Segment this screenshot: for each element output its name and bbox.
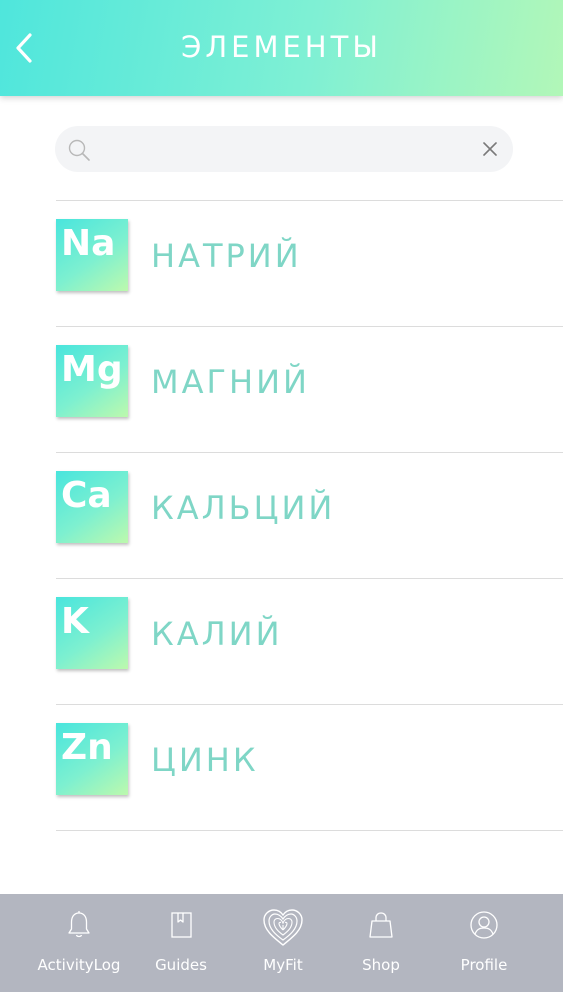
nav-label: Profile: [460, 956, 508, 974]
user-circle-icon: [470, 911, 498, 939]
element-symbol: Mg: [61, 349, 123, 390]
list-item-potassium[interactable]: K КАЛИЙ: [56, 579, 563, 705]
list-item-zinc[interactable]: Zn ЦИНК: [56, 705, 563, 831]
element-tile: Na: [56, 219, 128, 291]
nav-label: ActivityLog: [37, 956, 121, 974]
element-symbol: Ca: [61, 475, 112, 516]
nav-item-myfit[interactable]: MyFit: [232, 894, 334, 992]
list-item-sodium[interactable]: Na НАТРИЙ: [56, 201, 563, 327]
element-name: МАГНИЙ: [151, 363, 310, 401]
bell-icon: [68, 911, 90, 938]
nav-item-shop[interactable]: Shop: [330, 894, 432, 992]
nav-label: Shop: [362, 956, 400, 974]
elements-screen: ЭЛЕМЕНТЫ Na НАТРИЙ Mg МАГНИЙ Ca КАЛЬЦИЙ …: [0, 0, 563, 992]
close-icon[interactable]: [483, 142, 497, 156]
search-bar[interactable]: [55, 126, 513, 172]
element-name: КАЛИЙ: [151, 615, 283, 653]
elements-list: Na НАТРИЙ Mg МАГНИЙ Ca КАЛЬЦИЙ K КАЛИЙ Z…: [56, 200, 563, 831]
bottom-nav: ActivityLog Guides MyFit Shop Profile: [0, 894, 563, 992]
element-name: НАТРИЙ: [151, 237, 302, 275]
search-input[interactable]: [101, 134, 475, 166]
nav-item-guides[interactable]: Guides: [130, 894, 232, 992]
element-name: КАЛЬЦИЙ: [151, 489, 336, 527]
element-tile: Ca: [56, 471, 128, 543]
nav-item-activitylog[interactable]: ActivityLog: [28, 894, 130, 992]
list-item-calcium[interactable]: Ca КАЛЬЦИЙ: [56, 453, 563, 579]
search-icon: [68, 139, 90, 161]
book-icon: [171, 912, 192, 938]
list-item-magnesium[interactable]: Mg МАГНИЙ: [56, 327, 563, 453]
fingerprint-heart-icon: [263, 909, 303, 946]
nav-label: Guides: [155, 956, 207, 974]
nav-label: MyFit: [263, 956, 303, 974]
shopping-bag-icon: [369, 912, 393, 938]
element-tile: Zn: [56, 723, 128, 795]
element-tile: K: [56, 597, 128, 669]
element-name: ЦИНК: [151, 741, 259, 779]
element-symbol: Zn: [61, 727, 113, 768]
element-symbol: Na: [61, 223, 116, 264]
nav-item-profile[interactable]: Profile: [433, 894, 535, 992]
header-bar: ЭЛЕМЕНТЫ: [0, 0, 563, 96]
element-tile: Mg: [56, 345, 128, 417]
element-symbol: K: [61, 601, 89, 642]
page-title: ЭЛЕМЕНТЫ: [181, 30, 382, 64]
